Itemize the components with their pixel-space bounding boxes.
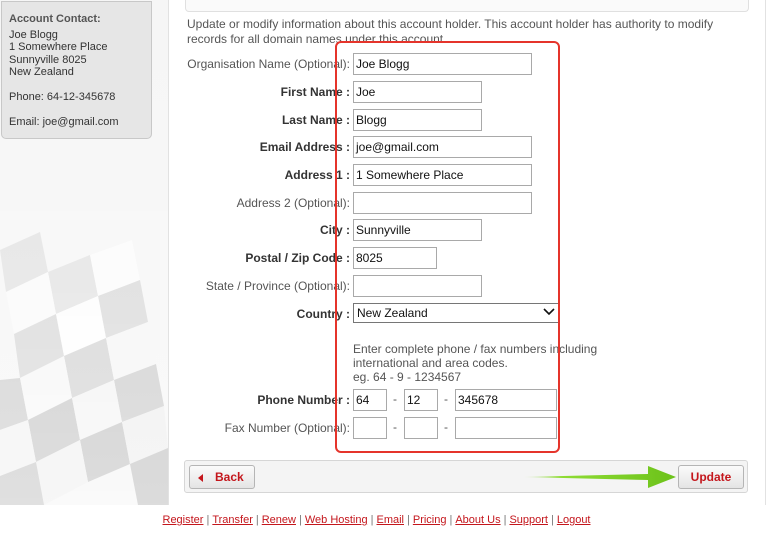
footer-link-register[interactable]: Register [163,514,204,526]
phone-dash-1: - [393,392,397,406]
email-input[interactable]: joe@gmail.com [353,136,532,158]
first-name-label: First Name : [280,85,350,99]
phone-dash-2: - [444,392,448,406]
phone-note-text: Enter complete phone / fax numbers inclu… [353,342,598,370]
phone-example-text: eg. 64 - 9 - 1234567 [353,370,462,384]
last-name-label: Last Name : [281,113,350,127]
chevron-down-icon [543,308,555,316]
footer-links: Register | Transfer | Renew | Web Hosting | Emai… [162,514,591,526]
contact-address: 1 Somewhere Place [9,41,108,54]
fax-label: Fax Number (Optional): [224,421,350,435]
phone-label: Phone Number : [257,393,350,407]
footer-link-support[interactable]: Support [509,514,548,526]
last-name-input[interactable]: Blogg [353,109,482,131]
phone-number-input[interactable]: 345678 [455,389,557,411]
contact-name: Joe Blogg [9,28,58,41]
country-select[interactable]: New Zealand [353,303,560,323]
contact-city: Sunnyville 8025 [9,53,87,66]
address1-label: Address 1 : [284,168,350,182]
postal-code-input[interactable]: 8025 [353,247,437,269]
account-contact-heading: Account Contact: [9,13,101,25]
back-button-label: Back [215,470,244,484]
org-name-input[interactable]: Joe Blogg [353,53,532,75]
back-button[interactable]: Back [189,465,255,489]
state-input[interactable] [353,275,482,297]
footer-link-web-hosting[interactable]: Web Hosting [305,514,368,526]
address2-input[interactable] [353,192,532,214]
fax-number-input[interactable] [455,417,557,439]
phone-country-code-input[interactable]: 64 [353,389,387,411]
update-button[interactable]: Update [678,465,744,489]
fax-dash-2: - [444,420,448,434]
top-strip [185,0,749,12]
contact-email: Email: joe@gmail.com [9,115,119,128]
footer-link-renew[interactable]: Renew [262,514,296,526]
country-select-value: New Zealand [357,306,428,320]
city-input[interactable]: Sunnyville [353,219,482,241]
footer-link-email[interactable]: Email [376,514,404,526]
footer-link-logout[interactable]: Logout [557,514,591,526]
footer-link-pricing[interactable]: Pricing [413,514,447,526]
org-name-label: Organisation Name (Optional): [187,57,350,71]
back-arrow-icon [198,474,203,482]
address1-input[interactable]: 1 Somewhere Place [353,164,532,186]
contact-phone: Phone: 64-12-345678 [9,90,116,103]
fax-area-code-input[interactable] [404,417,438,439]
footer-link-about-us[interactable]: About Us [455,514,500,526]
country-label: Country : [296,307,350,321]
email-label: Email Address : [259,140,350,154]
phone-instructions: Enter complete phone / fax numbers inclu… [353,342,613,384]
account-contact-box: Account Contact: Joe Blogg 1 Somewhere P… [1,1,152,139]
first-name-input[interactable]: Joe [353,81,482,103]
city-label: City : [320,223,350,237]
phone-area-code-input[interactable]: 12 [404,389,438,411]
intro-text: Update or modify information about this … [187,17,714,46]
address2-label: Address 2 (Optional): [236,196,350,210]
postal-code-label: Postal / Zip Code : [245,251,350,265]
footer-link-transfer[interactable]: Transfer [212,514,253,526]
contact-country: New Zealand [9,66,74,79]
fax-dash-1: - [393,420,397,434]
fax-country-code-input[interactable] [353,417,387,439]
green-arrow-annotation-icon [522,466,676,488]
state-label: State / Province (Optional): [205,279,350,293]
